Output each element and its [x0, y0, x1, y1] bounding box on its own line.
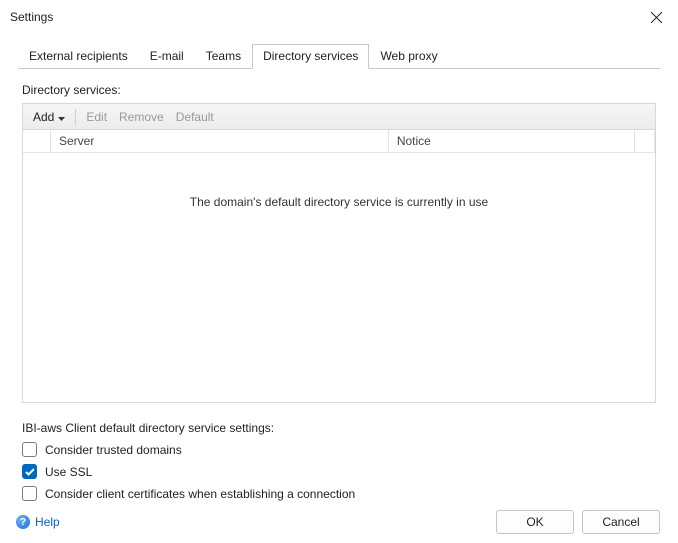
help-link[interactable]: ? Help [16, 515, 60, 529]
tab-teams[interactable]: Teams [195, 44, 252, 69]
row-consider-trusted-domains: Consider trusted domains [22, 442, 656, 457]
label-consider-trusted-domains: Consider trusted domains [45, 443, 182, 457]
grid-column-handle [23, 130, 51, 152]
help-label: Help [35, 515, 60, 529]
label-use-ssl: Use SSL [45, 465, 92, 479]
chevron-down-icon [58, 110, 65, 124]
tab-external-recipients[interactable]: External recipients [18, 44, 139, 69]
grid-column-end [635, 130, 655, 152]
grid-empty-message: The domain's default directory service i… [23, 195, 655, 209]
tab-web-proxy[interactable]: Web proxy [369, 44, 448, 69]
directory-services-grid-container: Add Edit Remove Default Server Notice Th… [22, 103, 656, 403]
default-button[interactable]: Default [174, 108, 216, 126]
cancel-button[interactable]: Cancel [582, 510, 660, 534]
grid-toolbar: Add Edit Remove Default [23, 104, 655, 130]
tab-strip: External recipients E-mail Teams Directo… [0, 34, 678, 69]
close-button[interactable] [634, 0, 678, 34]
grid-body: The domain's default directory service i… [23, 153, 655, 402]
titlebar: Settings [0, 0, 678, 34]
row-use-ssl: Use SSL [22, 464, 656, 479]
remove-button[interactable]: Remove [117, 108, 166, 126]
checkbox-consider-client-certs[interactable] [22, 486, 37, 501]
row-consider-client-certs: Consider client certificates when establ… [22, 486, 656, 501]
client-settings-heading: IBI-aws Client default directory service… [22, 421, 656, 435]
window-title: Settings [10, 10, 634, 24]
checkbox-use-ssl[interactable] [22, 464, 37, 479]
directory-services-label: Directory services: [22, 83, 656, 97]
checkmark-icon [25, 468, 35, 476]
tab-directory-services[interactable]: Directory services [252, 44, 369, 69]
tab-email[interactable]: E-mail [139, 44, 195, 69]
dialog-footer: ? Help OK Cancel [0, 501, 678, 543]
label-consider-client-certs: Consider client certificates when establ… [45, 487, 355, 501]
add-button-label: Add [33, 110, 54, 124]
settings-window: Settings External recipients E-mail Team… [0, 0, 678, 543]
checkbox-consider-trusted-domains[interactable] [22, 442, 37, 457]
close-icon [651, 12, 662, 23]
ok-button[interactable]: OK [496, 510, 574, 534]
help-icon: ? [16, 515, 30, 529]
grid-header: Server Notice [23, 130, 655, 153]
grid-column-notice[interactable]: Notice [389, 130, 635, 152]
add-button[interactable]: Add [31, 108, 67, 126]
grid-column-server[interactable]: Server [51, 130, 389, 152]
tab-content: Directory services: Add Edit Remove Defa… [0, 69, 678, 501]
toolbar-separator [75, 109, 76, 125]
edit-button[interactable]: Edit [84, 108, 109, 126]
